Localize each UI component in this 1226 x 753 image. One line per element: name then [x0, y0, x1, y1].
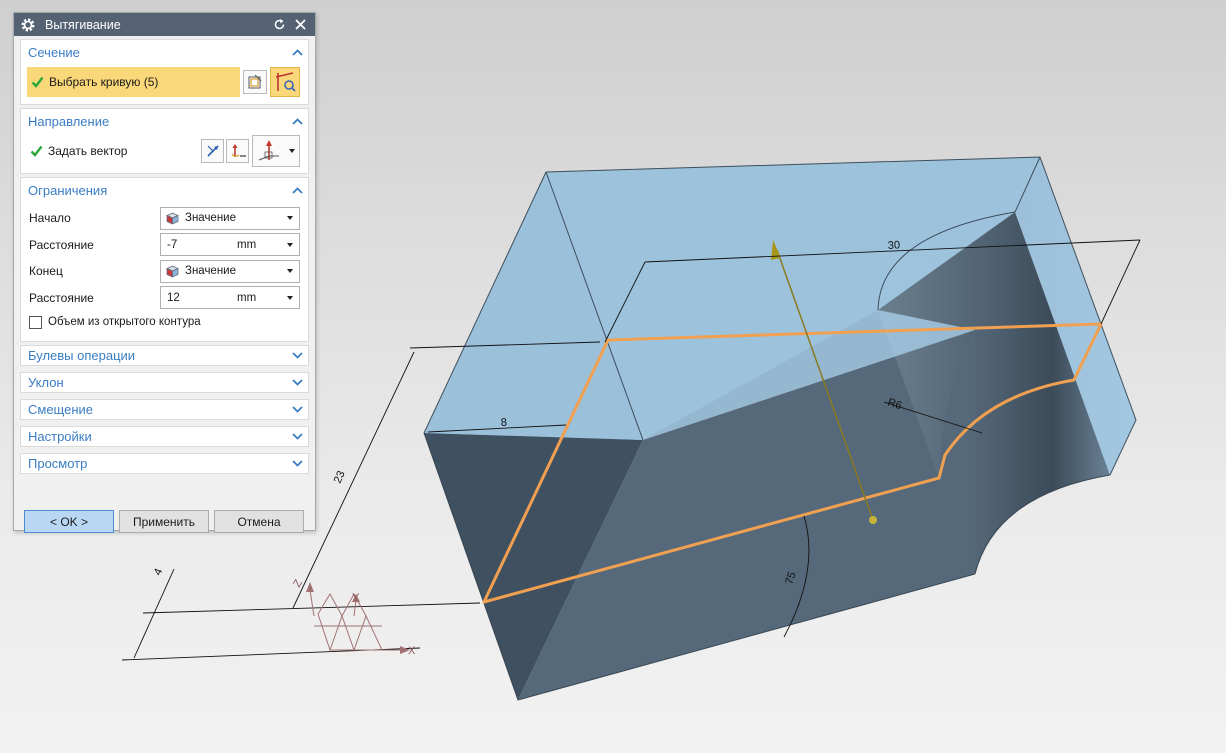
open-profile-label: Объем из открытого контура [48, 316, 201, 328]
end-unit-dropdown[interactable]: mm [237, 292, 299, 304]
sketch-section-button[interactable] [243, 70, 267, 94]
open-profile-row: Объем из открытого контура [29, 311, 300, 333]
group-preview-title: Просмотр [28, 456, 88, 471]
check-icon [29, 144, 43, 158]
start-distance-label: Расстояние [29, 237, 94, 252]
extruded-body[interactable] [423, 156, 1137, 701]
select-curve-row: Выбрать кривую (5) [21, 64, 308, 104]
group-boolean: Булевы операции [20, 345, 309, 366]
group-boolean-title: Булевы операции [28, 348, 136, 363]
group-limits-header[interactable]: Ограничения [21, 178, 308, 202]
group-section: Сечение Выбрать кривую (5) [20, 39, 309, 105]
group-settings: Настройки [20, 426, 309, 447]
vector-dialog-button[interactable] [226, 139, 249, 163]
sketch-icon [248, 74, 262, 89]
limits-form: Начало Значение Расстояние -7 mm Конец З… [21, 202, 308, 341]
group-section-title: Сечение [28, 44, 80, 60]
group-settings-title: Настройки [28, 429, 92, 444]
group-preview-header[interactable]: Просмотр [21, 454, 308, 473]
select-curve-field[interactable]: Выбрать кривую (5) [27, 67, 240, 97]
ok-button[interactable]: < OK > [24, 510, 114, 533]
group-settings-header[interactable]: Настройки [21, 427, 308, 446]
chevron-up-icon[interactable] [291, 47, 303, 57]
dim-width-top: 30 [888, 239, 901, 252]
chevron-down-icon[interactable] [291, 432, 303, 442]
axis-x-label: X [408, 645, 416, 657]
end-distance-label: Расстояние [29, 290, 94, 305]
group-direction-header[interactable]: Направление [21, 109, 308, 133]
start-option-value: Значение [185, 212, 236, 225]
chevron-up-icon[interactable] [291, 116, 303, 126]
group-limits: Ограничения Начало Значение Расстояние -… [20, 177, 309, 342]
chevron-down-icon[interactable] [291, 459, 303, 469]
chevron-down-icon[interactable] [291, 351, 303, 361]
vector-axis-icon [258, 140, 279, 161]
chevron-down-icon[interactable] [291, 378, 303, 388]
group-offset-title: Смещение [28, 402, 94, 417]
start-unit-value: mm [237, 238, 257, 251]
dialog-body: Сечение Выбрать кривую (5) Направление З… [14, 36, 315, 533]
end-option-value: Значение [185, 265, 236, 278]
close-icon[interactable] [291, 16, 309, 34]
start-label: Начало [29, 211, 71, 226]
group-offset-header[interactable]: Смещение [21, 400, 308, 419]
dialog-buttons: < OK > Применить Отмена [24, 510, 309, 533]
group-limits-title: Ограничения [28, 182, 108, 198]
curve-select-icon [275, 72, 296, 92]
cancel-button[interactable]: Отмена [214, 510, 304, 533]
curve-select-button[interactable] [270, 67, 300, 97]
chevron-up-icon[interactable] [291, 185, 303, 195]
end-label: Конец [29, 264, 63, 279]
group-boolean-header[interactable]: Булевы операции [21, 346, 308, 365]
group-offset: Смещение [20, 399, 309, 420]
check-icon [30, 75, 44, 89]
chevron-down-icon [287, 216, 293, 221]
end-option-dropdown[interactable]: Значение [160, 259, 300, 283]
reverse-direction-icon [206, 145, 219, 157]
end-row: Конец Значение [29, 258, 300, 285]
group-direction: Направление Задать вектор [20, 108, 309, 174]
group-section-header[interactable]: Сечение [21, 40, 308, 64]
vector-dialog-icon [230, 144, 246, 157]
axis-y-label: Y [352, 592, 360, 604]
dim-small-offset: 4 [152, 567, 165, 577]
dim-depth-front: 8 [501, 417, 508, 429]
group-preview: Просмотр [20, 453, 309, 474]
end-distance-value[interactable]: 12 [161, 292, 237, 304]
vector-row: Задать вектор [21, 133, 308, 173]
dim-height-left: 23 [332, 469, 348, 485]
chevron-down-icon [287, 295, 293, 300]
end-unit-value: mm [237, 291, 257, 304]
reverse-direction-button[interactable] [201, 139, 224, 163]
group-draft-header[interactable]: Уклон [21, 373, 308, 392]
value-cube-icon [166, 265, 179, 278]
chevron-down-icon [289, 149, 295, 153]
gear-icon [20, 17, 36, 33]
extrude-dialog: Вытягивание Сечение Выбрать кривую (5) Н… [13, 12, 316, 533]
select-curve-label: Выбрать кривую (5) [49, 75, 159, 89]
chevron-down-icon [287, 242, 293, 247]
group-draft-title: Уклон [28, 375, 64, 390]
dialog-title: Вытягивание [45, 17, 121, 32]
vector-type-dropdown[interactable] [252, 135, 300, 167]
dialog-titlebar[interactable]: Вытягивание [14, 13, 315, 36]
start-row: Начало Значение [29, 205, 300, 232]
start-distance-row: Расстояние -7 mm [29, 232, 300, 259]
reset-icon[interactable] [270, 16, 288, 34]
end-distance-field[interactable]: 12 mm [160, 286, 300, 310]
vector-label: Задать вектор [48, 144, 128, 158]
start-distance-value[interactable]: -7 [161, 239, 237, 251]
chevron-down-icon[interactable] [291, 405, 303, 415]
start-distance-field[interactable]: -7 mm [160, 233, 300, 257]
apply-button[interactable]: Применить [119, 510, 209, 533]
start-option-dropdown[interactable]: Значение [160, 206, 300, 230]
z-axis-arrow [306, 582, 314, 592]
open-profile-checkbox[interactable] [29, 315, 42, 329]
value-cube-icon [166, 212, 179, 225]
group-draft: Уклон [20, 372, 309, 393]
group-direction-title: Направление [28, 113, 110, 129]
chevron-down-icon [287, 269, 293, 274]
start-unit-dropdown[interactable]: mm [237, 239, 299, 251]
end-distance-row: Расстояние 12 mm [29, 285, 300, 312]
